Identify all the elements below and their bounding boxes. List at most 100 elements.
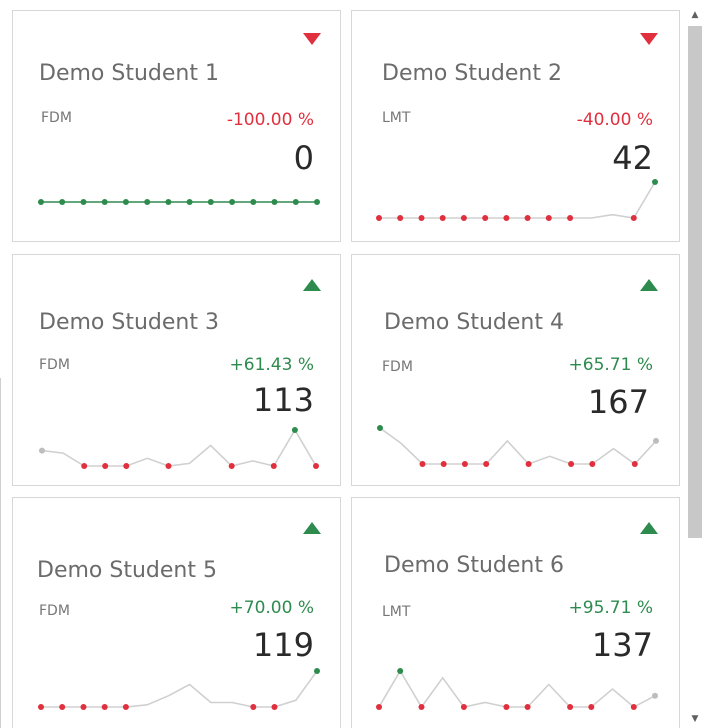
student-card-6[interactable]: Demo Student 6 LMT +95.71 % 137 <box>351 497 680 728</box>
student-name: Demo Student 4 <box>384 310 564 335</box>
sparkline-point <box>652 692 658 699</box>
sparkline-point <box>80 704 87 710</box>
sparkline-point <box>271 199 278 205</box>
sparkline-point <box>589 461 596 467</box>
sparkline-line <box>41 428 317 467</box>
trend-down-icon <box>640 33 658 45</box>
sparkline-point <box>419 461 426 467</box>
sparkline-point <box>503 215 510 221</box>
sparkline-line <box>378 669 656 709</box>
sparkline-point <box>503 704 510 710</box>
sparkline-point <box>588 704 595 710</box>
course-code: FDM <box>382 359 413 375</box>
trend-up-shape <box>303 522 321 534</box>
scrollbar-thumb[interactable] <box>688 26 702 538</box>
percent-change: -100.00 % <box>226 110 314 130</box>
sparkline-chart <box>376 179 658 221</box>
sparkline-point <box>418 704 425 710</box>
sparkline-point <box>525 461 532 467</box>
sparkline-point <box>376 704 382 710</box>
sparkline-point <box>250 704 257 710</box>
sparkline-point <box>567 704 574 710</box>
sparkline-point <box>270 463 277 469</box>
trend-up-icon <box>640 522 658 534</box>
sparkline-point <box>524 215 531 221</box>
sparkline-point <box>207 199 214 205</box>
trend-up-shape <box>303 279 321 291</box>
sparkline-point <box>291 427 298 433</box>
sparkline-point <box>313 463 319 469</box>
score-value: 113 <box>252 381 314 419</box>
sparkline-point <box>122 704 129 710</box>
student-card-2[interactable]: Demo Student 2 LMT -40.00 % 42 <box>351 10 680 242</box>
student-kpi-grid: Demo Student 1 FDM -100.00 % 0 Demo Stud… <box>0 0 704 728</box>
sparkline-point <box>59 704 66 710</box>
student-card-4[interactable]: Demo Student 4 FDM +65.71 % 167 <box>351 254 680 486</box>
sparkline-point <box>397 668 404 674</box>
scroll-up-arrow-icon[interactable]: ▲ <box>688 8 702 22</box>
score-value: 137 <box>591 626 653 664</box>
sparkline-point <box>397 215 404 221</box>
sparkline-point <box>314 199 320 205</box>
sparkline-point <box>482 215 489 221</box>
sparkline-point <box>631 461 638 467</box>
trend-up-icon <box>303 522 321 534</box>
sparkline-point <box>122 199 129 205</box>
student-name: Demo Student 5 <box>37 558 217 583</box>
student-card-5[interactable]: Demo Student 5 FDM +70.00 % 119 <box>12 497 341 728</box>
sparkline-point <box>461 461 468 467</box>
sparkline-point <box>524 704 531 710</box>
sparkline-chart <box>39 427 319 469</box>
sparkline-point <box>186 199 193 205</box>
course-code: FDM <box>41 110 72 126</box>
sparkline-chart <box>377 425 659 467</box>
sparkline-point <box>250 199 257 205</box>
student-card-1[interactable]: Demo Student 1 FDM -100.00 % 0 <box>12 10 341 242</box>
sparkline-point <box>59 199 66 205</box>
sparkline-point <box>165 199 172 205</box>
sparkline-point <box>101 704 108 710</box>
score-value: 42 <box>612 139 653 177</box>
vertical-scrollbar[interactable]: ▲ ▼ <box>686 0 704 728</box>
course-code: LMT <box>382 110 411 126</box>
percent-change: +61.43 % <box>229 355 314 375</box>
sparkline-point <box>165 463 172 469</box>
score-value: 167 <box>587 383 649 421</box>
sparkline-point <box>460 215 467 221</box>
panel-left-edge <box>0 378 1 728</box>
sparkline-point <box>101 199 108 205</box>
student-name: Demo Student 1 <box>39 61 219 86</box>
sparkline-point <box>39 447 45 454</box>
trend-up-icon <box>303 279 321 291</box>
student-name: Demo Student 3 <box>39 310 219 335</box>
score-value: 119 <box>252 626 314 664</box>
sparkline-point <box>652 179 658 185</box>
percent-change: +95.71 % <box>568 598 653 618</box>
sparkline-point <box>630 704 637 710</box>
sparkline-point <box>418 215 425 221</box>
percent-change: +70.00 % <box>229 598 314 618</box>
student-name: Demo Student 2 <box>382 61 562 86</box>
sparkline-point <box>439 215 446 221</box>
scroll-down-arrow-icon[interactable]: ▼ <box>688 712 702 726</box>
sparkline-point <box>376 215 382 221</box>
sparkline-point <box>81 463 88 469</box>
sparkline-point <box>144 199 151 205</box>
trend-down-shape <box>303 33 321 45</box>
trend-down-icon <box>303 33 321 45</box>
sparkline-point <box>80 199 87 205</box>
sparkline-line <box>379 427 657 466</box>
sparkline-point <box>38 199 44 205</box>
sparkline-point <box>460 704 467 710</box>
sparkline-point <box>653 437 659 444</box>
percent-change: +65.71 % <box>568 355 653 375</box>
sparkline-point <box>483 461 490 467</box>
trend-up-shape <box>640 522 658 534</box>
sparkline-point <box>567 215 574 221</box>
trend-up-shape <box>640 279 658 291</box>
sparkline-line <box>379 181 656 219</box>
sparkline-point <box>271 704 278 710</box>
student-card-3[interactable]: Demo Student 3 FDM +61.43 % 113 <box>12 254 341 486</box>
trend-down-shape <box>640 33 658 45</box>
student-name: Demo Student 6 <box>384 553 564 578</box>
